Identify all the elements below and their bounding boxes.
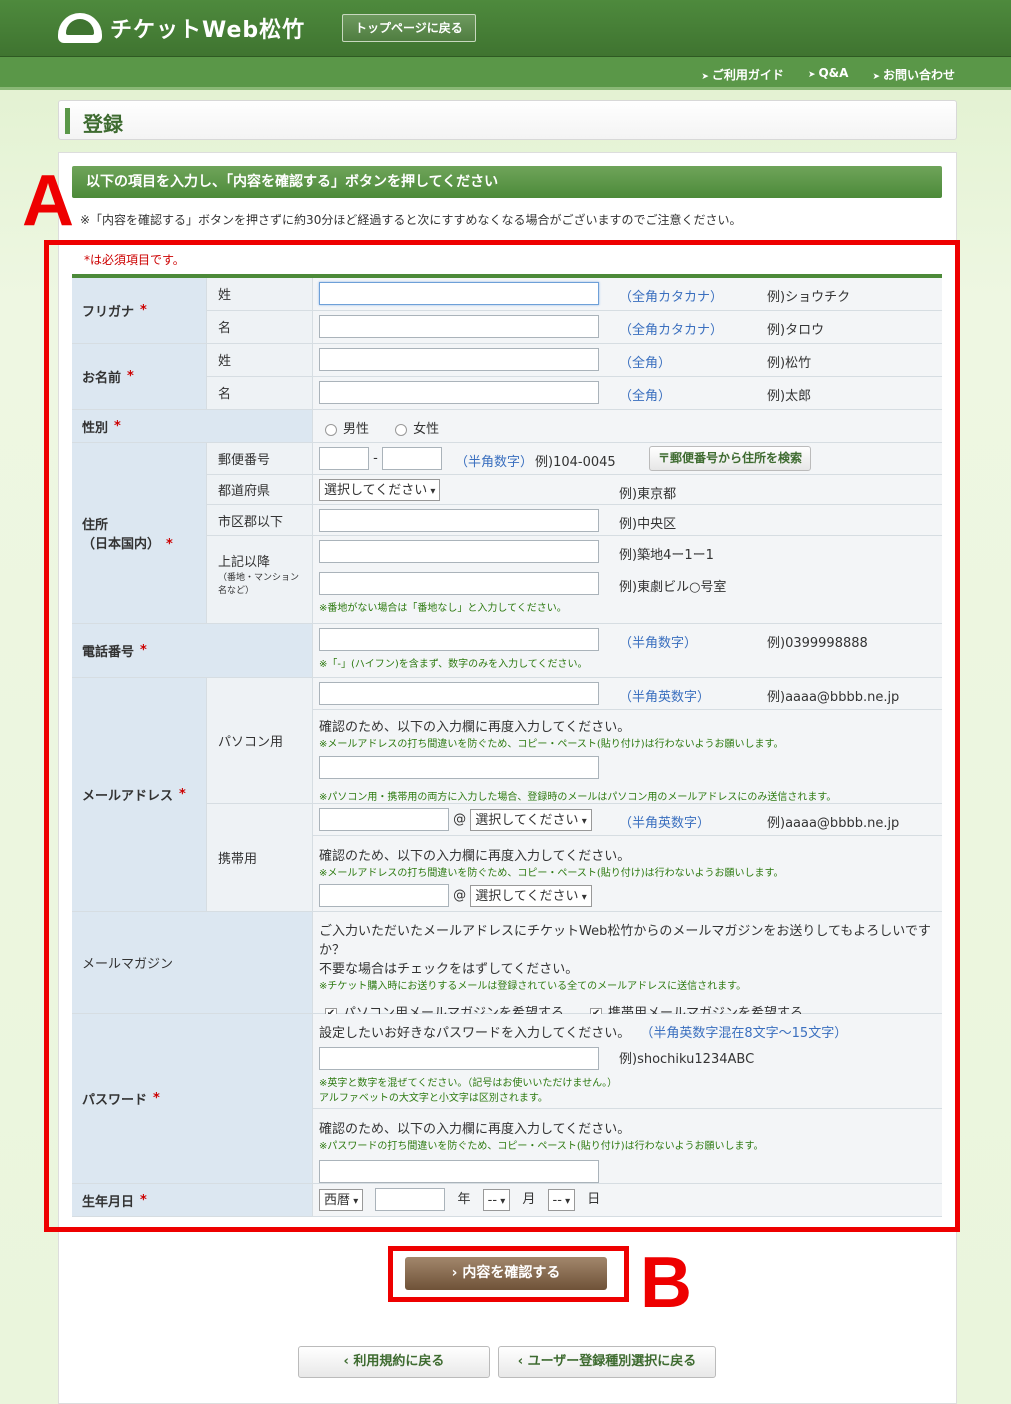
back-to-top-button[interactable]: トップページに戻る	[342, 14, 476, 42]
back-to-terms-button[interactable]: ‹ 利用規約に戻る	[298, 1346, 490, 1378]
site-logo[interactable]: チケットWeb松竹	[58, 12, 305, 44]
page-title: 登録	[83, 112, 123, 136]
header: チケットWeb松竹 トップページに戻る	[0, 0, 1011, 57]
contact-link[interactable]: お問い合わせ	[872, 66, 955, 83]
qa-link[interactable]: Q&A	[808, 66, 848, 83]
page-title-box: 登録	[58, 100, 957, 140]
annotation-box-a	[44, 240, 960, 1232]
timeout-notice: ※「内容を確認する」ボタンを押さずに約30分ほど経過すると次にすすめなくなる場合…	[80, 213, 742, 227]
annotation-box-b	[388, 1246, 629, 1302]
annotation-label-b: B	[640, 1243, 692, 1323]
annotation-label-a: A	[22, 161, 74, 241]
back-to-type-select-button[interactable]: ‹ ユーザー登録種別選択に戻る	[498, 1346, 716, 1378]
instruction-bar: 以下の項目を入力し、「内容を確認する」ボタンを押してください	[72, 166, 942, 198]
sub-navigation: ご利用ガイド Q&A お問い合わせ	[0, 57, 1011, 90]
guide-link[interactable]: ご利用ガイド	[701, 66, 784, 83]
fan-logo-icon	[58, 13, 102, 43]
